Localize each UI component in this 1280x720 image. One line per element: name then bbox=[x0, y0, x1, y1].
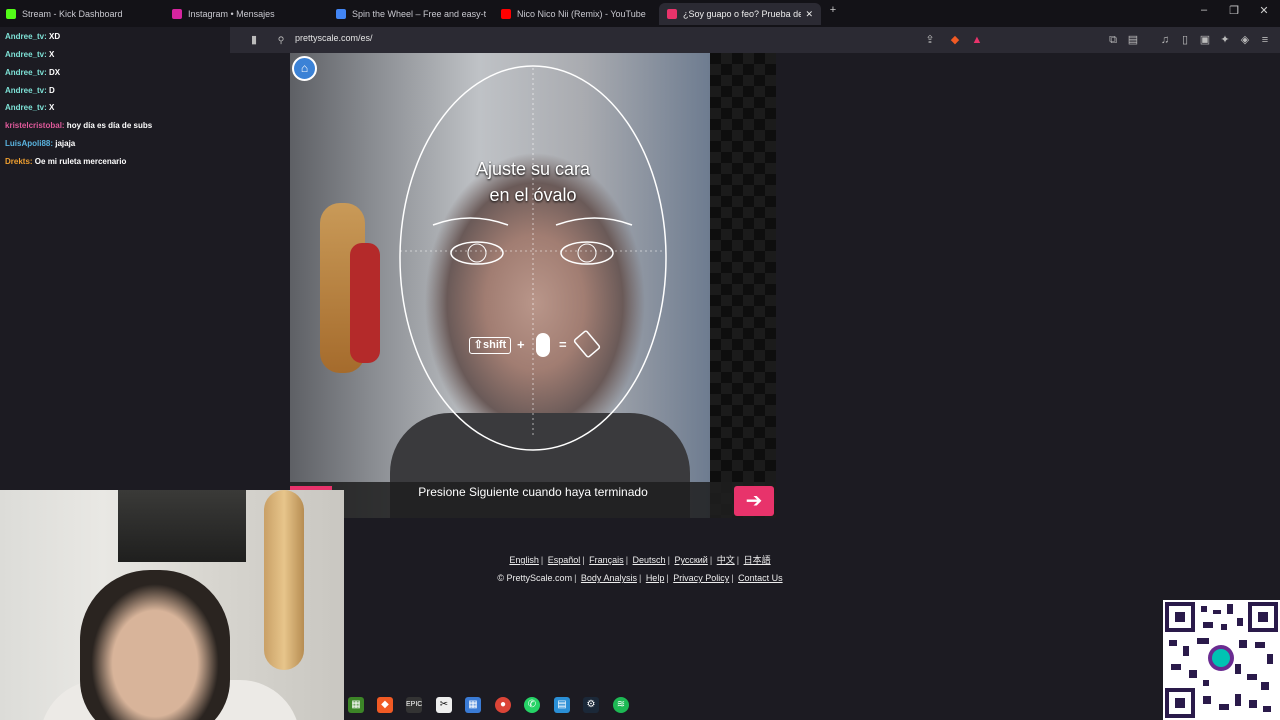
maximize-icon[interactable]: ❐ bbox=[1224, 4, 1244, 17]
yape-qr-code bbox=[1163, 600, 1280, 720]
reader-icon[interactable]: ▤ bbox=[1126, 33, 1140, 47]
extensions-icon[interactable]: ⧉ bbox=[1106, 33, 1120, 47]
chrome-icon[interactable]: ● bbox=[495, 697, 511, 713]
lang-russian[interactable]: Русский bbox=[674, 555, 707, 565]
tab-spin-the-wheel[interactable]: Spin the Wheel – Free and easy-to-u bbox=[336, 3, 486, 25]
share-icon[interactable]: ⇪ bbox=[923, 33, 937, 47]
sidebar-icon[interactable]: ▯ bbox=[1178, 33, 1192, 47]
epic-games-icon[interactable]: EPIC bbox=[406, 697, 422, 713]
chat-message: Andree_tv: D bbox=[5, 86, 55, 95]
taskbar: ▦ ◆ EPIC ✂ ▦ ● ✆ ▤ ⚙ ≋ bbox=[344, 692, 1160, 720]
face-guide-overlay bbox=[399, 65, 667, 451]
shift-key-hint: ⇧shift bbox=[469, 337, 511, 354]
rotate-icon bbox=[573, 330, 601, 358]
lang-japanese[interactable]: 日本語 bbox=[744, 555, 771, 565]
new-tab-icon[interactable]: + bbox=[823, 4, 843, 16]
lang-francais[interactable]: Français bbox=[589, 555, 624, 565]
chat-message: Andree_tv: X bbox=[5, 103, 55, 112]
close-tab-icon[interactable]: ✕ bbox=[805, 9, 813, 20]
spotify-icon[interactable]: ≋ bbox=[613, 697, 629, 713]
lang-english[interactable]: English bbox=[509, 555, 539, 565]
chat-message: Andree_tv: DX bbox=[5, 68, 61, 77]
wallet-icon[interactable]: ▣ bbox=[1198, 33, 1212, 47]
vpn-icon[interactable]: ◈ bbox=[1238, 33, 1252, 47]
right-eyebrow-guide bbox=[555, 217, 633, 226]
mouse-icon bbox=[536, 333, 550, 357]
steam-icon[interactable]: ⚙ bbox=[583, 697, 599, 713]
chat-message: Drekts: Oe mi ruleta mercenario bbox=[5, 157, 127, 166]
contact-us-link[interactable]: Contact Us bbox=[738, 573, 783, 583]
arrow-right-icon: ➔ bbox=[745, 490, 763, 512]
leo-ai-icon[interactable]: ✦ bbox=[1218, 33, 1232, 47]
brave-rewards-icon[interactable]: ▲ bbox=[970, 33, 984, 47]
menu-icon[interactable]: ≡ bbox=[1258, 33, 1272, 47]
language-links: English | Español | Français | Deutsch | Рус… bbox=[509, 555, 771, 565]
brave-shield-icon[interactable]: ◆ bbox=[948, 33, 962, 47]
brave-icon[interactable]: ◆ bbox=[377, 697, 393, 713]
streamer-webcam bbox=[0, 490, 344, 720]
right-eye-guide bbox=[560, 241, 614, 265]
chat-message: Andree_tv: X bbox=[5, 50, 55, 59]
lang-deutsch[interactable]: Deutsch bbox=[633, 555, 666, 565]
help-link[interactable]: Help bbox=[646, 573, 665, 583]
next-button[interactable]: ➔ bbox=[734, 486, 774, 516]
left-iris-guide bbox=[467, 243, 487, 263]
close-window-icon[interactable]: ✕ bbox=[1254, 4, 1274, 17]
privacy-policy-link[interactable]: Privacy Policy bbox=[673, 573, 729, 583]
wall-poster bbox=[118, 490, 246, 562]
notepad-icon[interactable]: ▤ bbox=[554, 697, 570, 713]
footer-links: © PrettyScale.com | Body Analysis | Help | … bbox=[497, 573, 783, 583]
left-eyebrow-guide bbox=[432, 217, 509, 226]
browser-toolbar: ▮ ⚲ prettyscale.com/es/ ⇪ ◆ ▲ ⧉ ▤ ♫ ▯ ▣ … bbox=[230, 27, 1280, 53]
chat-message: LuisApoli88: jajaja bbox=[5, 139, 76, 148]
tab-youtube[interactable]: Nico Nico Nii (Remix) - YouTube bbox=[501, 3, 651, 25]
address-bar[interactable]: prettyscale.com/es/ bbox=[295, 33, 373, 43]
plus-sign: + bbox=[517, 337, 525, 352]
prettyscale-icon bbox=[667, 9, 677, 19]
tab-prettyscale[interactable]: ¿Soy guapo o feo? Prueba de ar ✕ bbox=[659, 3, 821, 25]
lang-chinese[interactable]: 中文 bbox=[717, 555, 735, 565]
streamer-head bbox=[80, 570, 230, 720]
site-info-icon[interactable]: ⚲ bbox=[274, 33, 288, 47]
calculator-icon[interactable]: ▦ bbox=[465, 697, 481, 713]
youtube-icon bbox=[501, 9, 511, 19]
fit-face-instruction: Ajuste su cara en el óvalo bbox=[475, 159, 591, 205]
body-analysis-link[interactable]: Body Analysis bbox=[581, 573, 637, 583]
right-iris-guide bbox=[577, 243, 597, 263]
surfboard bbox=[264, 490, 304, 670]
stream-chat-overlay: Andree_tv: XD Andree_tv: X Andree_tv: DX… bbox=[0, 0, 230, 170]
minimize-icon[interactable]: – bbox=[1194, 4, 1214, 16]
media-icon[interactable]: ♫ bbox=[1158, 33, 1172, 47]
bookmark-icon[interactable]: ▮ bbox=[247, 33, 261, 47]
wheel-icon bbox=[336, 9, 346, 19]
whatsapp-icon[interactable]: ✆ bbox=[524, 697, 540, 713]
home-button[interactable]: ⌂ bbox=[292, 56, 317, 81]
capcut-icon[interactable]: ✂ bbox=[436, 697, 452, 713]
next-instruction-text: Presione Siguiente cuando haya terminado bbox=[418, 485, 648, 499]
equals-sign: = bbox=[559, 337, 567, 352]
minecraft-icon[interactable]: ▦ bbox=[348, 697, 364, 713]
lang-espanol[interactable]: Español bbox=[548, 555, 581, 565]
home-icon: ⌂ bbox=[300, 61, 309, 75]
left-eye-guide bbox=[450, 241, 504, 265]
chat-message: kristelcristobal: hoy día es día de subs bbox=[5, 121, 153, 130]
chat-message: Andree_tv: XD bbox=[5, 32, 61, 41]
copyright: © PrettyScale.com bbox=[497, 573, 573, 583]
